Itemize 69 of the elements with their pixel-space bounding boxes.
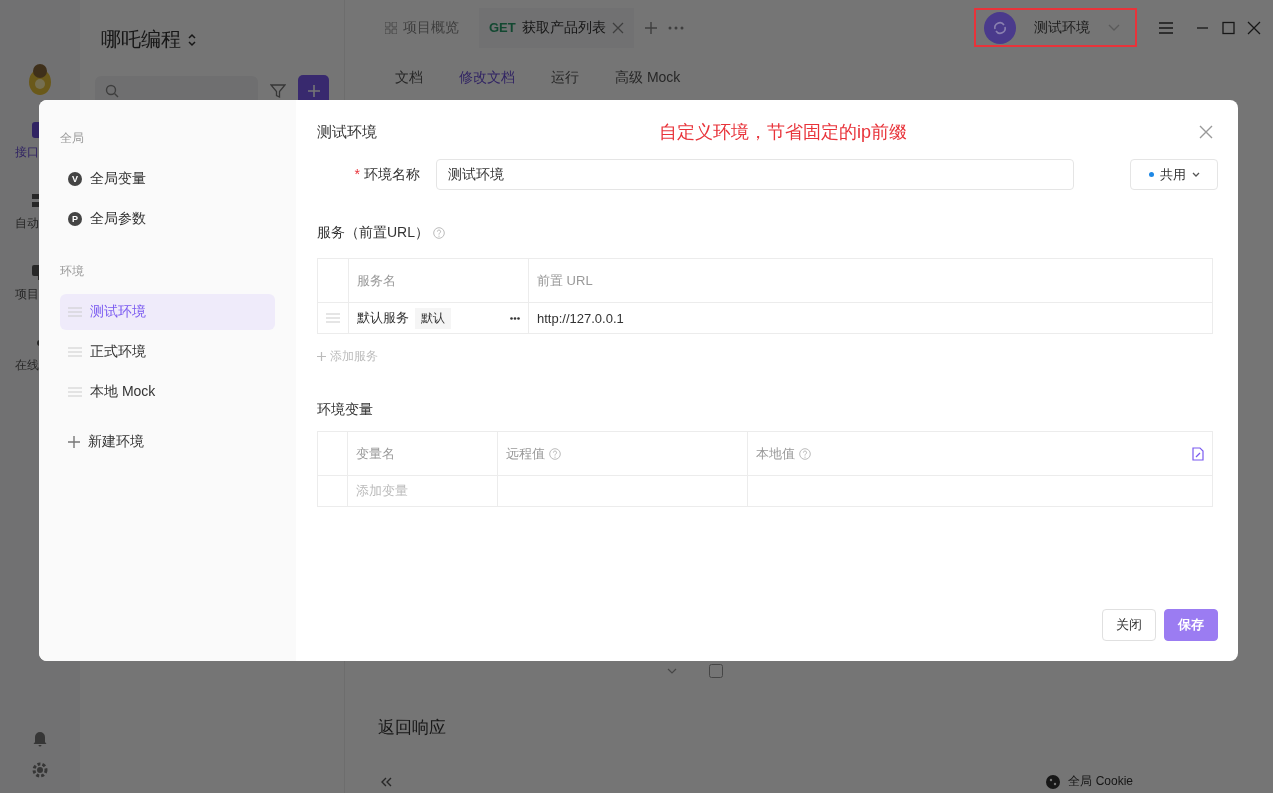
sidebar-item[interactable]: 正式环境 [60, 334, 275, 370]
help-icon [433, 227, 445, 239]
bell-icon [31, 729, 49, 747]
section-heading: 服务（前置URL） [317, 224, 429, 242]
filter-icon[interactable] [270, 83, 287, 99]
project-switcher[interactable]: 哪吒编程 [101, 26, 329, 53]
section-label: 全局 [60, 130, 85, 147]
search-icon [105, 84, 119, 98]
rail-label[interactable]: 在线 [15, 357, 39, 374]
annotation-text: 自定义环境，节省固定的ip前缀 [659, 121, 907, 144]
help-icon [549, 447, 561, 460]
rail-label[interactable]: 自动 [15, 215, 39, 232]
more-icon[interactable] [510, 316, 520, 320]
settings-icon [31, 761, 49, 779]
rail-label[interactable]: 接口 [15, 144, 39, 161]
column-header: 本地值 [756, 444, 795, 463]
badge-icon: P [68, 212, 82, 226]
plus-icon [306, 84, 321, 98]
column-header: 前置 URL [528, 258, 1213, 303]
chevron-down-icon [1191, 171, 1200, 178]
service-name: 默认服务 [357, 309, 409, 327]
plus-icon[interactable] [643, 20, 658, 35]
add-service-link[interactable]: 添加服务 [317, 348, 378, 365]
variable-name-placeholder[interactable]: 添加变量 [347, 475, 498, 507]
window-controls-icon[interactable] [1197, 20, 1261, 35]
subtab[interactable]: 运行 [551, 68, 579, 87]
column-header: 服务名 [348, 258, 529, 303]
save-button[interactable]: 保存 [1164, 609, 1218, 641]
dialog-title: 测试环境 [317, 122, 377, 142]
section-label: 环境 [60, 263, 85, 280]
cookie-icon [1046, 774, 1061, 789]
plus-icon [68, 436, 80, 448]
section-heading: 返回响应 [377, 717, 447, 738]
badge-icon: V [68, 172, 82, 186]
scope-select[interactable]: 共用 [1130, 159, 1218, 190]
name-input[interactable]: 测试环境 [436, 159, 1074, 190]
sort-caret-icon [187, 32, 197, 47]
plus-icon [317, 352, 326, 361]
sidebar-item[interactable]: V 全局变量 [60, 161, 275, 197]
collapse-icon[interactable] [380, 776, 392, 787]
sidebar-item[interactable]: 测试环境 [60, 294, 275, 330]
column-header: 远程值 [506, 444, 545, 463]
url-cell: http://127.0.0.1 [528, 302, 1213, 334]
default-tag: 默认 [415, 307, 451, 329]
close-icon[interactable] [1199, 125, 1213, 139]
section-heading: 环境变量 [317, 401, 373, 419]
checkbox[interactable] [709, 664, 723, 678]
chevron-down-icon [1108, 23, 1120, 32]
column-header: 变量名 [356, 444, 395, 463]
help-icon [799, 447, 811, 460]
sidebar-item[interactable]: P 全局参数 [60, 201, 275, 237]
chevron-down-icon [667, 668, 677, 674]
field-label: * 环境名称 [353, 165, 421, 184]
rail-label[interactable]: 项目 [15, 286, 39, 303]
edit-document-icon[interactable] [1192, 446, 1204, 461]
close-icon[interactable] [611, 21, 624, 34]
subtab[interactable]: 文档 [395, 68, 423, 87]
drag-handle-icon [326, 313, 340, 323]
refresh-icon [984, 11, 1016, 44]
sidebar-item[interactable]: 本地 Mock [60, 374, 275, 410]
subtab[interactable]: 修改文档 [459, 68, 515, 87]
environment-selector[interactable]: 测试环境 [974, 8, 1137, 47]
menu-icon[interactable] [1159, 21, 1173, 34]
cookie-link[interactable]: 全局 Cookie [1068, 773, 1133, 790]
subtab[interactable]: 高级 Mock [615, 68, 681, 87]
grid-icon [385, 21, 397, 34]
document-tab[interactable]: GET 获取产品列表 [479, 7, 634, 48]
new-environment-button[interactable]: 新建环境 [60, 424, 275, 460]
close-button[interactable]: 关闭 [1102, 609, 1156, 641]
